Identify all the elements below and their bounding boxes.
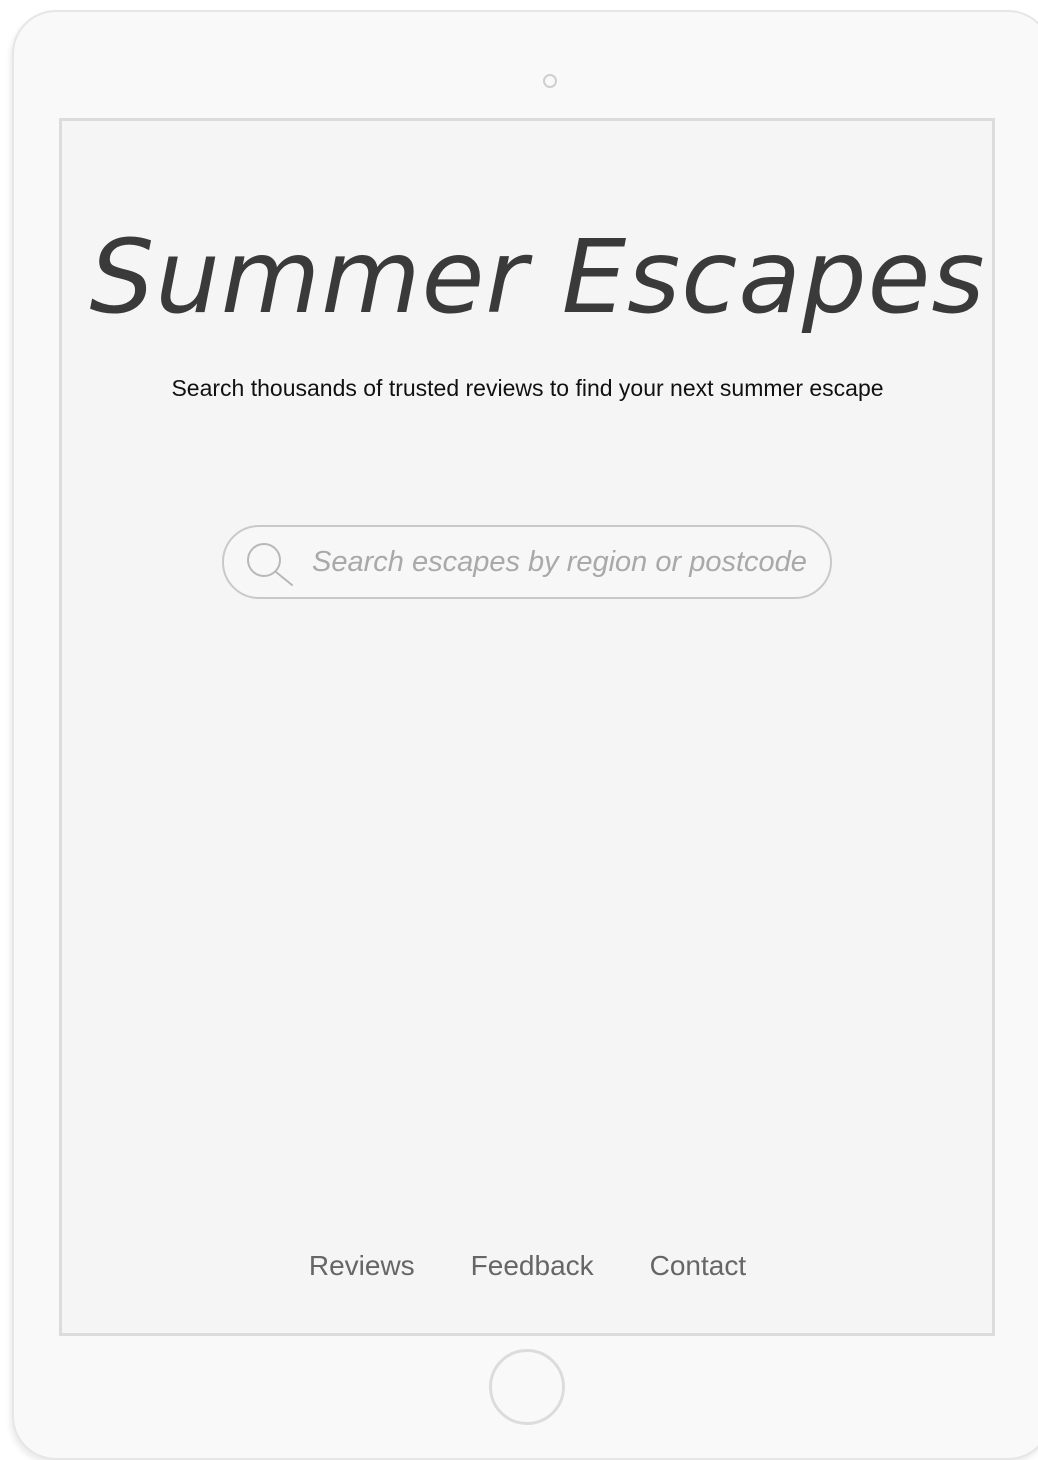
footer-nav: Reviews Feedback Contact — [0, 1248, 1038, 1284]
nav-link-reviews[interactable]: Reviews — [309, 1248, 415, 1284]
nav-link-feedback[interactable]: Feedback — [471, 1248, 594, 1284]
search-input[interactable] — [312, 537, 812, 587]
page-title: Summer Escapes — [89, 218, 986, 337]
nav-link-contact[interactable]: Contact — [650, 1248, 747, 1284]
search-icon[interactable] — [244, 541, 296, 587]
home-button[interactable] — [489, 1349, 565, 1425]
page-subtitle: Search thousands of trusted reviews to f… — [171, 375, 884, 401]
camera-icon — [543, 74, 557, 88]
search-bar[interactable] — [222, 525, 832, 599]
